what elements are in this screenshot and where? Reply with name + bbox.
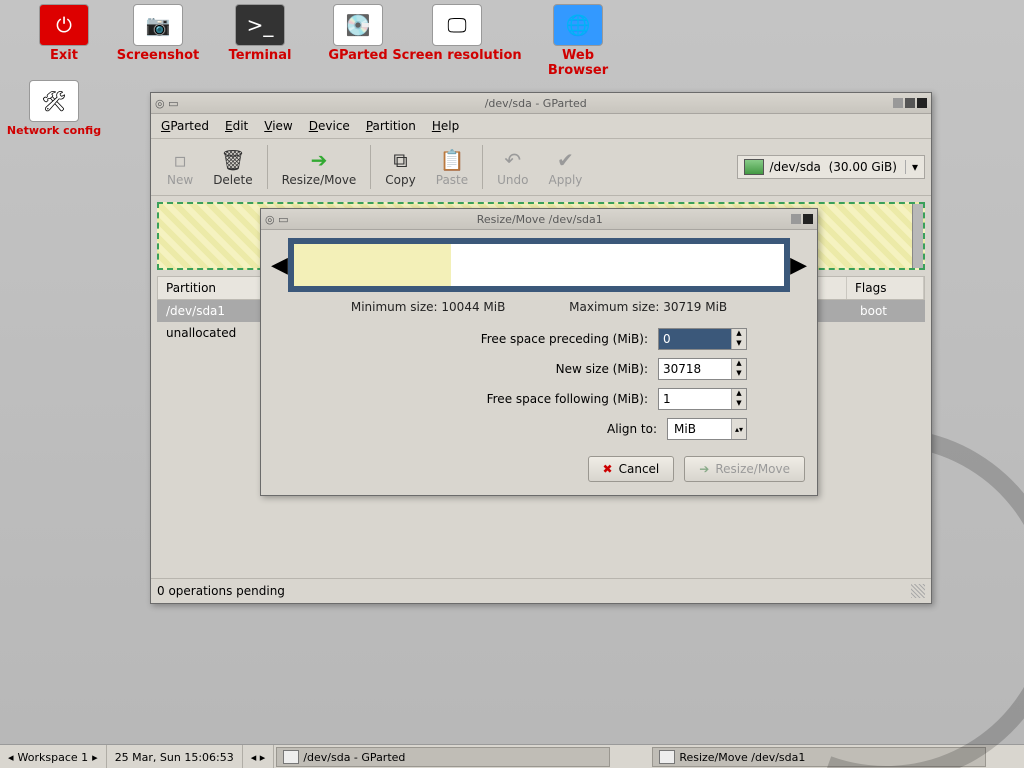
desktop-icon-browser[interactable]: 🌐Web Browser (532, 4, 624, 78)
status-bar: 0 operations pending (151, 578, 931, 603)
spin-down-icon[interactable]: ▼ (732, 399, 746, 409)
slider-handle-right[interactable]: ▶ (790, 253, 807, 278)
menubar: GParted Edit View Device Partition Help (151, 114, 931, 139)
paste-button: 📋Paste (426, 145, 478, 189)
resize-move-button[interactable]: ➔Resize/Move (272, 145, 367, 189)
cancel-button[interactable]: ✖Cancel (588, 456, 675, 482)
menu-help[interactable]: Help (432, 119, 459, 133)
size-limits: Minimum size: 10044 MiB Maximum size: 30… (261, 300, 817, 314)
dialog-titlebar[interactable]: ◎ ▭ Resize/Move /dev/sda1 (261, 209, 817, 230)
close-icon[interactable] (917, 98, 927, 108)
apply-button: ✔Apply (539, 145, 593, 189)
globe-icon: 🌐 (553, 4, 603, 46)
minimize-icon[interactable] (791, 214, 801, 224)
desktop-icon-terminal[interactable]: >_Terminal (214, 4, 306, 63)
col-partition[interactable]: Partition (158, 277, 265, 299)
chevron-down-icon[interactable]: ▾ (905, 160, 918, 174)
terminal-icon: >_ (235, 4, 285, 46)
close-icon[interactable] (803, 214, 813, 224)
window-icon: ◎ ▭ (265, 213, 289, 226)
resize-icon: ➔ (699, 462, 709, 476)
spin-down-icon[interactable]: ▼ (732, 369, 746, 379)
desktop-icon-screenshot[interactable]: 📷Screenshot (112, 4, 204, 63)
spin-up-icon[interactable]: ▲ (732, 359, 746, 369)
pager[interactable]: ◂ ▸ (243, 745, 275, 768)
desktop-icon-exit[interactable]: ⏻Exit (18, 4, 110, 63)
desktop-icon-gparted[interactable]: 💽GParted (312, 4, 404, 63)
tools-icon: 🛠 (29, 80, 79, 122)
col-flags[interactable]: Flags (847, 277, 924, 299)
desktop-icon-network[interactable]: 🛠Network config (4, 80, 104, 137)
resize-dialog: ◎ ▭ Resize/Move /dev/sda1 ◀ ▶ Minimum si… (260, 208, 818, 496)
menu-device[interactable]: Device (309, 119, 350, 133)
new-button: ▫New (157, 145, 203, 189)
align-label: Align to: (607, 422, 657, 436)
file-icon: ▫ (167, 147, 193, 173)
spin-up-icon[interactable]: ▲ (732, 389, 746, 399)
minimize-icon[interactable] (893, 98, 903, 108)
app-icon (659, 750, 675, 764)
preceding-input[interactable]: ▲▼ (658, 328, 747, 350)
taskbar-item-gparted[interactable]: /dev/sda - GParted (276, 747, 610, 767)
resize-icon: ➔ (306, 147, 332, 173)
maximize-icon[interactable] (905, 98, 915, 108)
toolbar: ▫New 🗑Delete ➔Resize/Move ⧉Copy 📋Paste ↶… (151, 139, 931, 196)
menu-partition[interactable]: Partition (366, 119, 416, 133)
window-icon: ◎ ▭ (155, 97, 179, 110)
slider-track[interactable] (288, 238, 790, 292)
clock[interactable]: 25 Mar, Sun 15:06:53 (107, 745, 243, 768)
spin-up-icon[interactable]: ▲ (732, 329, 746, 339)
undo-button: ↶Undo (487, 145, 538, 189)
undo-icon: ↶ (500, 147, 526, 173)
camera-icon: 📷 (133, 4, 183, 46)
window-title: /dev/sda - GParted (179, 97, 894, 110)
desktop-icon-screenres[interactable]: 🖵Screen resolution (392, 4, 522, 63)
trash-icon: 🗑 (220, 147, 246, 173)
spin-down-icon[interactable]: ▼ (732, 339, 746, 349)
resize-move-confirm-button: ➔Resize/Move (684, 456, 805, 482)
resize-grip-icon[interactable] (911, 584, 925, 598)
paste-icon: 📋 (439, 147, 465, 173)
slider-handle-left[interactable]: ◀ (271, 253, 288, 278)
newsize-label: New size (MiB): (556, 362, 648, 376)
hdd-icon (744, 159, 764, 175)
disk-icon: 💽 (333, 4, 383, 46)
slider-used (294, 244, 451, 286)
dialog-title: Resize/Move /dev/sda1 (289, 213, 792, 226)
copy-icon: ⧉ (388, 147, 414, 173)
partition-slider: ◀ ▶ (271, 244, 807, 286)
x-icon: ✖ (603, 462, 613, 476)
preceding-label: Free space preceding (MiB): (481, 332, 648, 346)
menu-gparted[interactable]: GParted (161, 119, 209, 133)
workspace-switcher[interactable]: ◂Workspace 1▸ (0, 745, 107, 768)
app-icon (283, 750, 299, 764)
newsize-input[interactable]: ▲▼ (658, 358, 747, 380)
following-input[interactable]: ▲▼ (658, 388, 747, 410)
following-label: Free space following (MiB): (487, 392, 648, 406)
check-icon: ✔ (552, 147, 578, 173)
align-combo[interactable]: MiB▴▾ (667, 418, 747, 440)
updown-icon[interactable]: ▴▾ (731, 419, 746, 439)
menu-edit[interactable]: Edit (225, 119, 248, 133)
power-icon: ⏻ (39, 4, 89, 46)
monitor-icon: 🖵 (432, 4, 482, 46)
copy-button[interactable]: ⧉Copy (375, 145, 425, 189)
gparted-titlebar[interactable]: ◎ ▭ /dev/sda - GParted (151, 93, 931, 114)
menu-view[interactable]: View (264, 119, 292, 133)
delete-button[interactable]: 🗑Delete (203, 145, 262, 189)
device-selector[interactable]: /dev/sda (30.00 GiB) ▾ (737, 155, 926, 179)
